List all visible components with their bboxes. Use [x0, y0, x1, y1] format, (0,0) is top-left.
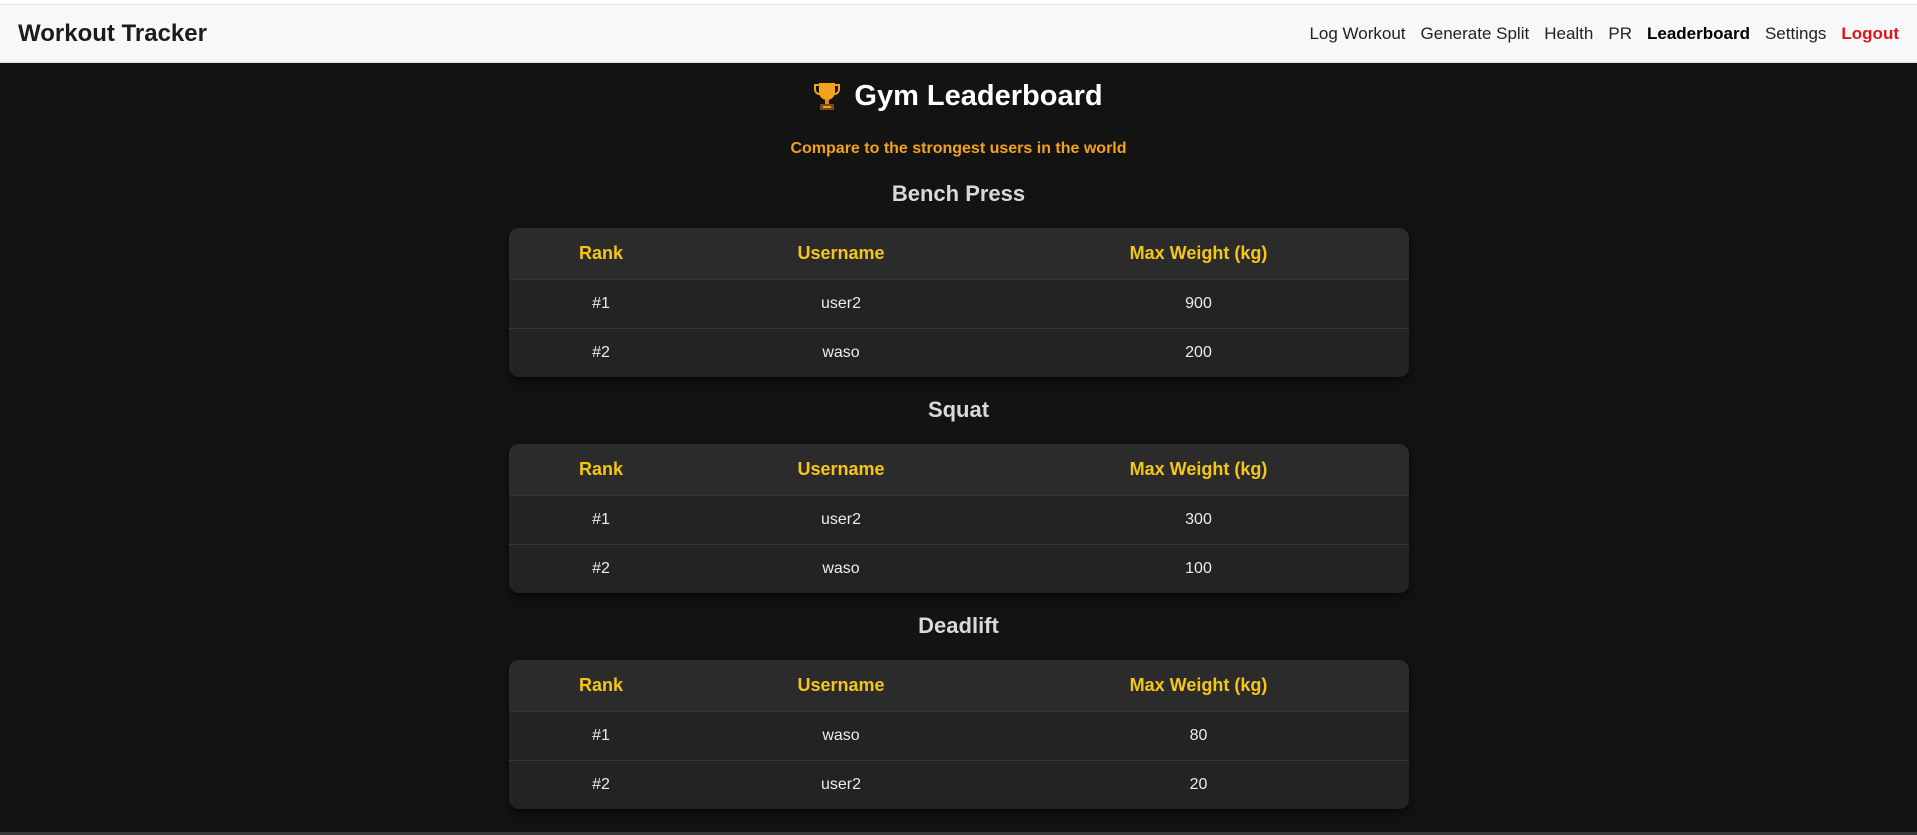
rank-cell: #1 [508, 711, 694, 761]
username-cell: waso [693, 328, 989, 377]
table-row: #1 user2 900 [508, 279, 1409, 329]
nav-log-workout[interactable]: Log Workout [1309, 24, 1405, 44]
brand-title[interactable]: Workout Tracker [18, 20, 207, 48]
table-header-row: Rank Username Max Weight (kg) [508, 660, 1409, 712]
page-title-text: Gym Leaderboard [854, 79, 1103, 112]
table-row: #2 waso 100 [508, 544, 1409, 593]
section-title-deadlift: Deadlift [918, 613, 999, 638]
column-header-max-weight: Max Weight (kg) [988, 444, 1409, 496]
column-header-rank: Rank [508, 444, 694, 496]
table-row: #2 waso 200 [508, 328, 1409, 377]
trophy-icon [814, 81, 841, 111]
nav-logout[interactable]: Logout [1841, 24, 1899, 44]
username-cell: waso [693, 711, 989, 761]
username-cell: user2 [693, 760, 989, 809]
max-weight-cell: 100 [988, 544, 1409, 593]
max-weight-cell: 80 [988, 711, 1409, 761]
table-header-row: Rank Username Max Weight (kg) [508, 444, 1409, 496]
username-cell: user2 [693, 279, 989, 329]
column-header-username: Username [693, 228, 989, 280]
max-weight-cell: 20 [988, 760, 1409, 809]
nav-generate-split[interactable]: Generate Split [1421, 24, 1530, 44]
leaderboard-table-deadlift: Rank Username Max Weight (kg) #1 waso 80… [508, 660, 1409, 809]
username-cell: waso [693, 544, 989, 593]
table-row: #1 waso 80 [508, 711, 1409, 761]
column-header-username: Username [693, 444, 989, 496]
leaderboard-content: Gym Leaderboard Compare to the strongest… [508, 79, 1409, 809]
table-header-row: Rank Username Max Weight (kg) [508, 228, 1409, 280]
max-weight-cell: 300 [988, 495, 1409, 545]
section-title-bench-press: Bench Press [891, 181, 1026, 206]
navbar: Workout Tracker Log Workout Generate Spl… [0, 4, 1917, 63]
rank-cell: #2 [508, 544, 694, 593]
nav-health[interactable]: Health [1544, 24, 1593, 44]
nav-pr[interactable]: PR [1608, 24, 1632, 44]
column-header-max-weight: Max Weight (kg) [988, 660, 1409, 712]
leaderboard-table-squat: Rank Username Max Weight (kg) #1 user2 3… [508, 444, 1409, 593]
nav-settings[interactable]: Settings [1765, 24, 1826, 44]
rank-cell: #1 [508, 279, 694, 329]
rank-cell: #1 [508, 495, 694, 545]
table-row: #2 user2 20 [508, 760, 1409, 809]
rank-cell: #2 [508, 328, 694, 377]
section-title-squat: Squat [927, 397, 990, 422]
rank-cell: #2 [508, 760, 694, 809]
page-subtitle: Compare to the strongest users in the wo… [790, 140, 1127, 157]
max-weight-cell: 200 [988, 328, 1409, 377]
leaderboard-table-bench-press: Rank Username Max Weight (kg) #1 user2 9… [508, 228, 1409, 377]
column-header-rank: Rank [508, 660, 694, 712]
nav-links: Log Workout Generate Split Health PR Lea… [1309, 24, 1899, 44]
table-row: #1 user2 300 [508, 495, 1409, 545]
nav-leaderboard[interactable]: Leaderboard [1647, 24, 1750, 44]
page-title: Gym Leaderboard [509, 79, 1409, 112]
username-cell: user2 [693, 495, 989, 545]
max-weight-cell: 900 [988, 279, 1409, 329]
column-header-username: Username [693, 660, 989, 712]
column-header-max-weight: Max Weight (kg) [988, 228, 1409, 280]
column-header-rank: Rank [508, 228, 694, 280]
